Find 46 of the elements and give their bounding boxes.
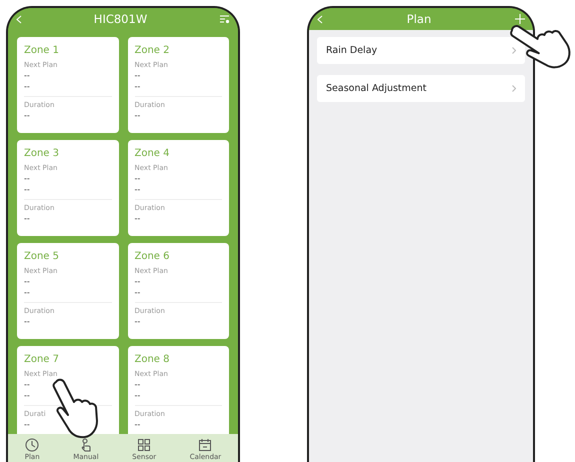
- zone-name: Zone 7: [24, 353, 60, 366]
- screen-title: HIC801W: [94, 12, 148, 26]
- next-plan-value: --: [24, 287, 31, 298]
- duration-value: --: [134, 213, 142, 224]
- next-plan-value: --: [134, 184, 142, 195]
- next-plan-value: --: [24, 390, 31, 401]
- settings-icon[interactable]: [218, 14, 230, 24]
- duration-value: --: [24, 316, 31, 327]
- zone-name: Zone 1: [24, 44, 60, 57]
- screen-title: Plan: [406, 12, 432, 26]
- chevron-right-icon: [512, 85, 516, 92]
- duration-value: --: [134, 419, 142, 430]
- zone-name: Zone 4: [134, 147, 170, 160]
- duration-value: --: [24, 213, 31, 224]
- pointing-hand-icon: [50, 378, 98, 440]
- next-plan-value: --: [24, 173, 31, 184]
- next-plan-value: --: [134, 379, 142, 390]
- zone-name: Zone 3: [24, 147, 60, 160]
- next-plan-value: --: [24, 379, 31, 390]
- zone-name: Zone 2: [134, 44, 170, 57]
- next-plan-value: --: [134, 70, 142, 81]
- next-plan-value: --: [134, 81, 142, 92]
- grid-icon: [137, 438, 152, 452]
- zone-name: Zone 6: [134, 250, 170, 263]
- menu-item[interactable]: Seasonal Adjustment: [317, 75, 525, 102]
- next-plan-value: --: [134, 287, 142, 298]
- duration-value: --: [134, 316, 142, 327]
- chevron-right-icon: [512, 47, 516, 54]
- zone-name: Zone 8: [134, 353, 170, 366]
- next-plan-value: --: [24, 70, 31, 81]
- duration-value: --: [134, 110, 142, 121]
- next-plan-value: --: [24, 81, 31, 92]
- next-plan-value: --: [24, 184, 31, 195]
- back-icon[interactable]: [317, 14, 323, 24]
- clock-icon: [25, 438, 40, 452]
- back-icon[interactable]: [16, 14, 22, 24]
- zone-name: Zone 5: [24, 250, 60, 263]
- next-plan-value: --: [134, 390, 142, 401]
- next-plan-value: --: [134, 276, 142, 287]
- calendar-icon: [198, 438, 212, 452]
- menu-item[interactable]: Rain Delay: [317, 37, 525, 64]
- next-plan-value: --: [134, 173, 142, 184]
- duration-value: --: [24, 110, 31, 121]
- add-icon[interactable]: [515, 14, 525, 24]
- next-plan-value: --: [24, 276, 31, 287]
- duration-value: --: [24, 419, 31, 430]
